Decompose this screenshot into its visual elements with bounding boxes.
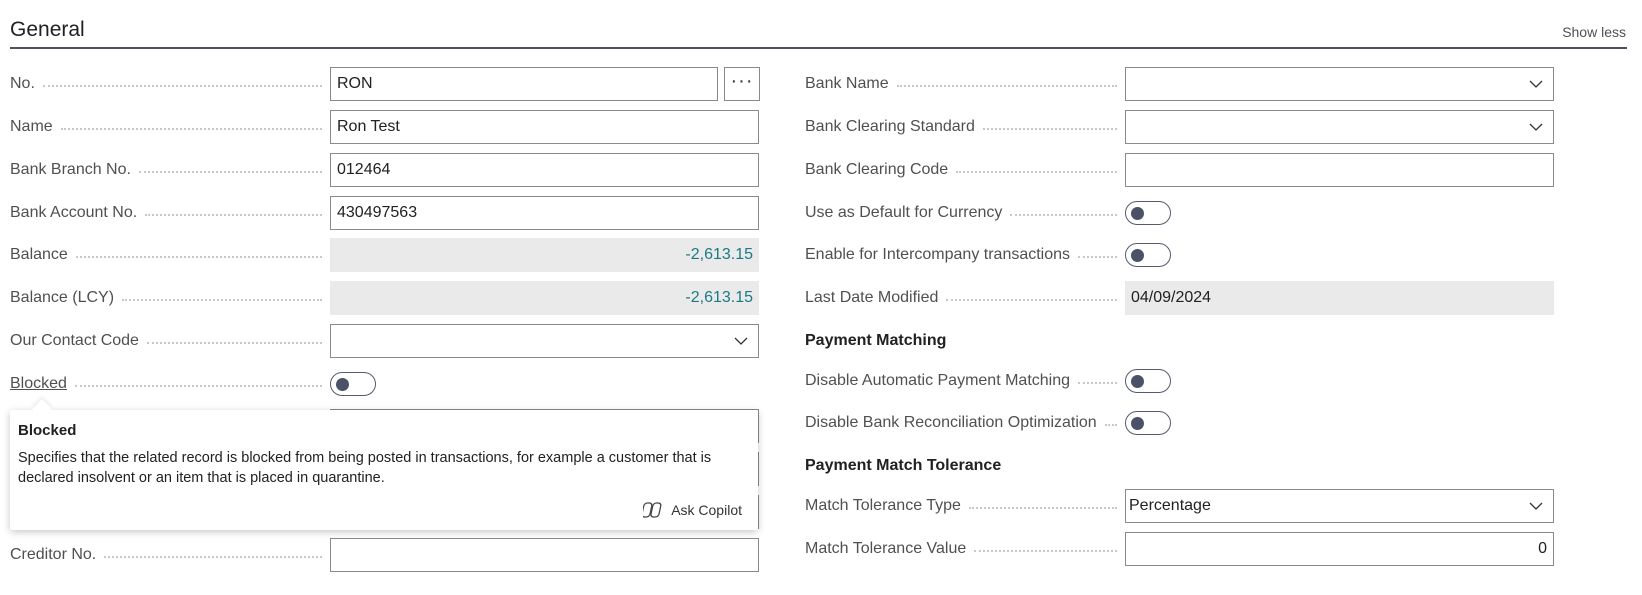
- field-label[interactable]: Blocked: [10, 367, 322, 401]
- payment-match-tolerance-heading: Payment Match Tolerance: [805, 457, 1002, 474]
- tooltip-title: Blocked: [18, 422, 77, 439]
- field-balance: Balance -2,613.15: [10, 238, 760, 272]
- field-bank-clearing-code: Bank Clearing Code: [805, 153, 1555, 187]
- tooltip-arrow: [32, 399, 52, 419]
- field-label: Match Tolerance Value: [805, 532, 1117, 566]
- assist-edit-button[interactable]: ···: [724, 67, 760, 101]
- toggle-knob: [1131, 207, 1144, 220]
- field-no: No. RON ···: [10, 67, 760, 101]
- field-disable-recon-optimization: Disable Bank Reconciliation Optimization: [805, 406, 1555, 440]
- toggle-knob: [336, 378, 349, 391]
- bank-name-select[interactable]: [1125, 67, 1554, 101]
- field-label: Last Date Modified: [805, 281, 1117, 315]
- section-header: General Show less: [10, 14, 1627, 49]
- payment-matching-heading: Payment Matching: [805, 332, 947, 349]
- field-label: Balance: [10, 238, 322, 272]
- ask-copilot-button[interactable]: Ask Copilot: [643, 500, 742, 520]
- field-label: Balance (LCY): [10, 281, 322, 315]
- balance-lcy-value[interactable]: -2,613.15: [330, 281, 759, 315]
- bank-account-no-input[interactable]: 430497563: [330, 196, 759, 230]
- field-blocked: Blocked: [10, 367, 760, 401]
- balance-value[interactable]: -2,613.15: [330, 238, 759, 272]
- disable-auto-matching-toggle[interactable]: [1125, 369, 1171, 393]
- toggle-knob: [1131, 375, 1144, 388]
- field-label: Bank Clearing Code: [805, 153, 1117, 187]
- field-label: Disable Bank Reconciliation Optimization: [805, 406, 1117, 440]
- name-input[interactable]: Ron Test: [330, 110, 759, 144]
- blocked-tooltip: Blocked Specifies that the related recor…: [10, 399, 758, 530]
- field-label: Match Tolerance Type: [805, 489, 1117, 523]
- disable-recon-optimization-toggle[interactable]: [1125, 411, 1171, 435]
- chevron-down-icon: [1529, 123, 1543, 131]
- bank-branch-no-input[interactable]: 012464: [330, 153, 759, 187]
- field-label: Disable Automatic Payment Matching: [805, 364, 1117, 398]
- no-input[interactable]: RON: [330, 67, 718, 101]
- field-default-currency: Use as Default for Currency: [805, 196, 1555, 230]
- intercompany-toggle[interactable]: [1125, 243, 1171, 267]
- field-intercompany: Enable for Intercompany transactions: [805, 238, 1555, 272]
- chevron-down-icon: [734, 337, 748, 345]
- copilot-icon: [643, 502, 662, 518]
- field-bank-account-no: Bank Account No. 430497563: [10, 196, 760, 230]
- blocked-toggle[interactable]: [330, 372, 376, 396]
- field-name: Name Ron Test: [10, 110, 760, 144]
- field-match-tolerance-value: Match Tolerance Value 0: [805, 532, 1555, 566]
- creditor-no-input[interactable]: [330, 538, 759, 572]
- field-disable-auto-matching: Disable Automatic Payment Matching: [805, 364, 1555, 398]
- match-tolerance-value-input[interactable]: 0: [1125, 532, 1554, 566]
- chevron-down-icon: [1529, 502, 1543, 510]
- ask-copilot-label: Ask Copilot: [671, 502, 742, 518]
- default-currency-toggle[interactable]: [1125, 201, 1171, 225]
- field-creditor-no: Creditor No.: [10, 538, 760, 572]
- field-label: Bank Branch No.: [10, 153, 322, 187]
- field-bank-name: Bank Name: [805, 67, 1555, 101]
- field-balance-lcy: Balance (LCY) -2,613.15: [10, 281, 760, 315]
- bank-clearing-code-input[interactable]: [1125, 153, 1554, 187]
- field-label: Our Contact Code: [10, 324, 322, 358]
- field-bank-clearing-standard: Bank Clearing Standard: [805, 110, 1555, 144]
- field-last-date-modified: Last Date Modified 04/09/2024: [805, 281, 1555, 315]
- field-match-tolerance-type: Match Tolerance Type Percentage: [805, 489, 1555, 523]
- last-date-modified-value[interactable]: 04/09/2024: [1125, 281, 1554, 315]
- tooltip-body: Specifies that the related record is blo…: [18, 450, 712, 486]
- chevron-down-icon: [1529, 80, 1543, 88]
- field-our-contact-code: Our Contact Code: [10, 324, 760, 358]
- field-label: Creditor No.: [10, 538, 322, 572]
- match-tolerance-type-select[interactable]: Percentage: [1125, 489, 1554, 523]
- toggle-knob: [1131, 417, 1144, 430]
- show-less-link[interactable]: Show less: [1562, 24, 1626, 40]
- field-label: Bank Name: [805, 67, 1117, 101]
- field-bank-branch-no: Bank Branch No. 012464: [10, 153, 760, 187]
- toggle-knob: [1131, 249, 1144, 262]
- our-contact-code-select[interactable]: [330, 324, 759, 358]
- field-label: Bank Clearing Standard: [805, 110, 1117, 144]
- section-title: General: [10, 18, 85, 41]
- field-label: Bank Account No.: [10, 196, 322, 230]
- field-label: Use as Default for Currency: [805, 196, 1117, 230]
- field-label: No.: [10, 67, 322, 101]
- field-label: Enable for Intercompany transactions: [805, 238, 1117, 272]
- bank-clearing-standard-select[interactable]: [1125, 110, 1554, 144]
- field-label: Name: [10, 110, 322, 144]
